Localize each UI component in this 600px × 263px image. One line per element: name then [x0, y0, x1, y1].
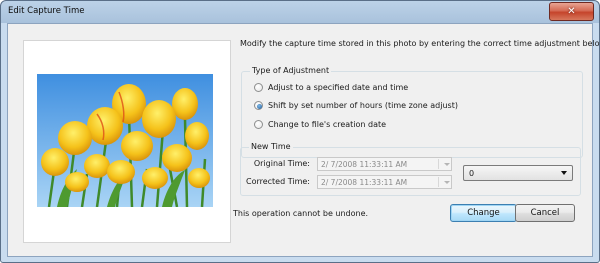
cancel-button[interactable]: Cancel — [515, 204, 575, 222]
undo-warning-text: This operation cannot be undone. — [233, 209, 369, 218]
radio-label: Adjust to a specified date and time — [268, 83, 409, 92]
original-time-field[interactable]: 2/ 7/2008 11:33:11 AM — [317, 157, 452, 171]
divider — [438, 159, 439, 169]
hours-shift-value: 0 — [469, 168, 475, 178]
intro-text: Modify the capture time stored in this p… — [240, 39, 600, 48]
close-icon: ✕ — [567, 6, 576, 17]
photo-preview — [37, 74, 213, 207]
new-time-legend: New Time — [249, 142, 293, 151]
title-bar[interactable]: Edit Capture Time ✕ — [1, 1, 599, 22]
radio-label: Change to file's creation date — [268, 120, 387, 129]
original-time-value: 2/ 7/2008 11:33:11 AM — [321, 159, 408, 169]
close-button[interactable]: ✕ — [549, 2, 594, 21]
radio-adjust-specified[interactable]: Adjust to a specified date and time — [254, 83, 408, 92]
chevron-down-icon[interactable] — [444, 181, 450, 184]
radio-shift-hours[interactable]: Shift by set number of hours (time zone … — [254, 101, 458, 110]
edit-capture-time-dialog: Edit Capture Time ✕ Modify the capture t… — [0, 0, 600, 263]
window-title: Edit Capture Time — [8, 6, 85, 16]
type-of-adjustment-legend: Type of Adjustment — [250, 66, 332, 75]
corrected-time-label: Corrected Time: — [245, 177, 310, 186]
radio-file-creation-date[interactable]: Change to file's creation date — [254, 120, 386, 129]
hours-shift-select[interactable]: 0 — [463, 165, 573, 181]
change-button[interactable]: Change — [450, 204, 517, 222]
corrected-time-value: 2/ 7/2008 11:33:11 AM — [321, 177, 408, 187]
original-time-label: Original Time: — [253, 159, 310, 168]
divider — [438, 177, 439, 187]
chevron-down-icon[interactable] — [561, 171, 567, 175]
radio-icon[interactable] — [254, 120, 263, 129]
chevron-down-icon[interactable] — [444, 163, 450, 166]
radio-checked-icon[interactable] — [254, 101, 263, 110]
radio-label: Shift by set number of hours (time zone … — [268, 101, 458, 110]
photo-preview-frame — [23, 40, 231, 243]
tulips-photo-icon — [37, 74, 213, 207]
corrected-time-field[interactable]: 2/ 7/2008 11:33:11 AM — [317, 175, 452, 189]
radio-icon[interactable] — [254, 83, 263, 92]
